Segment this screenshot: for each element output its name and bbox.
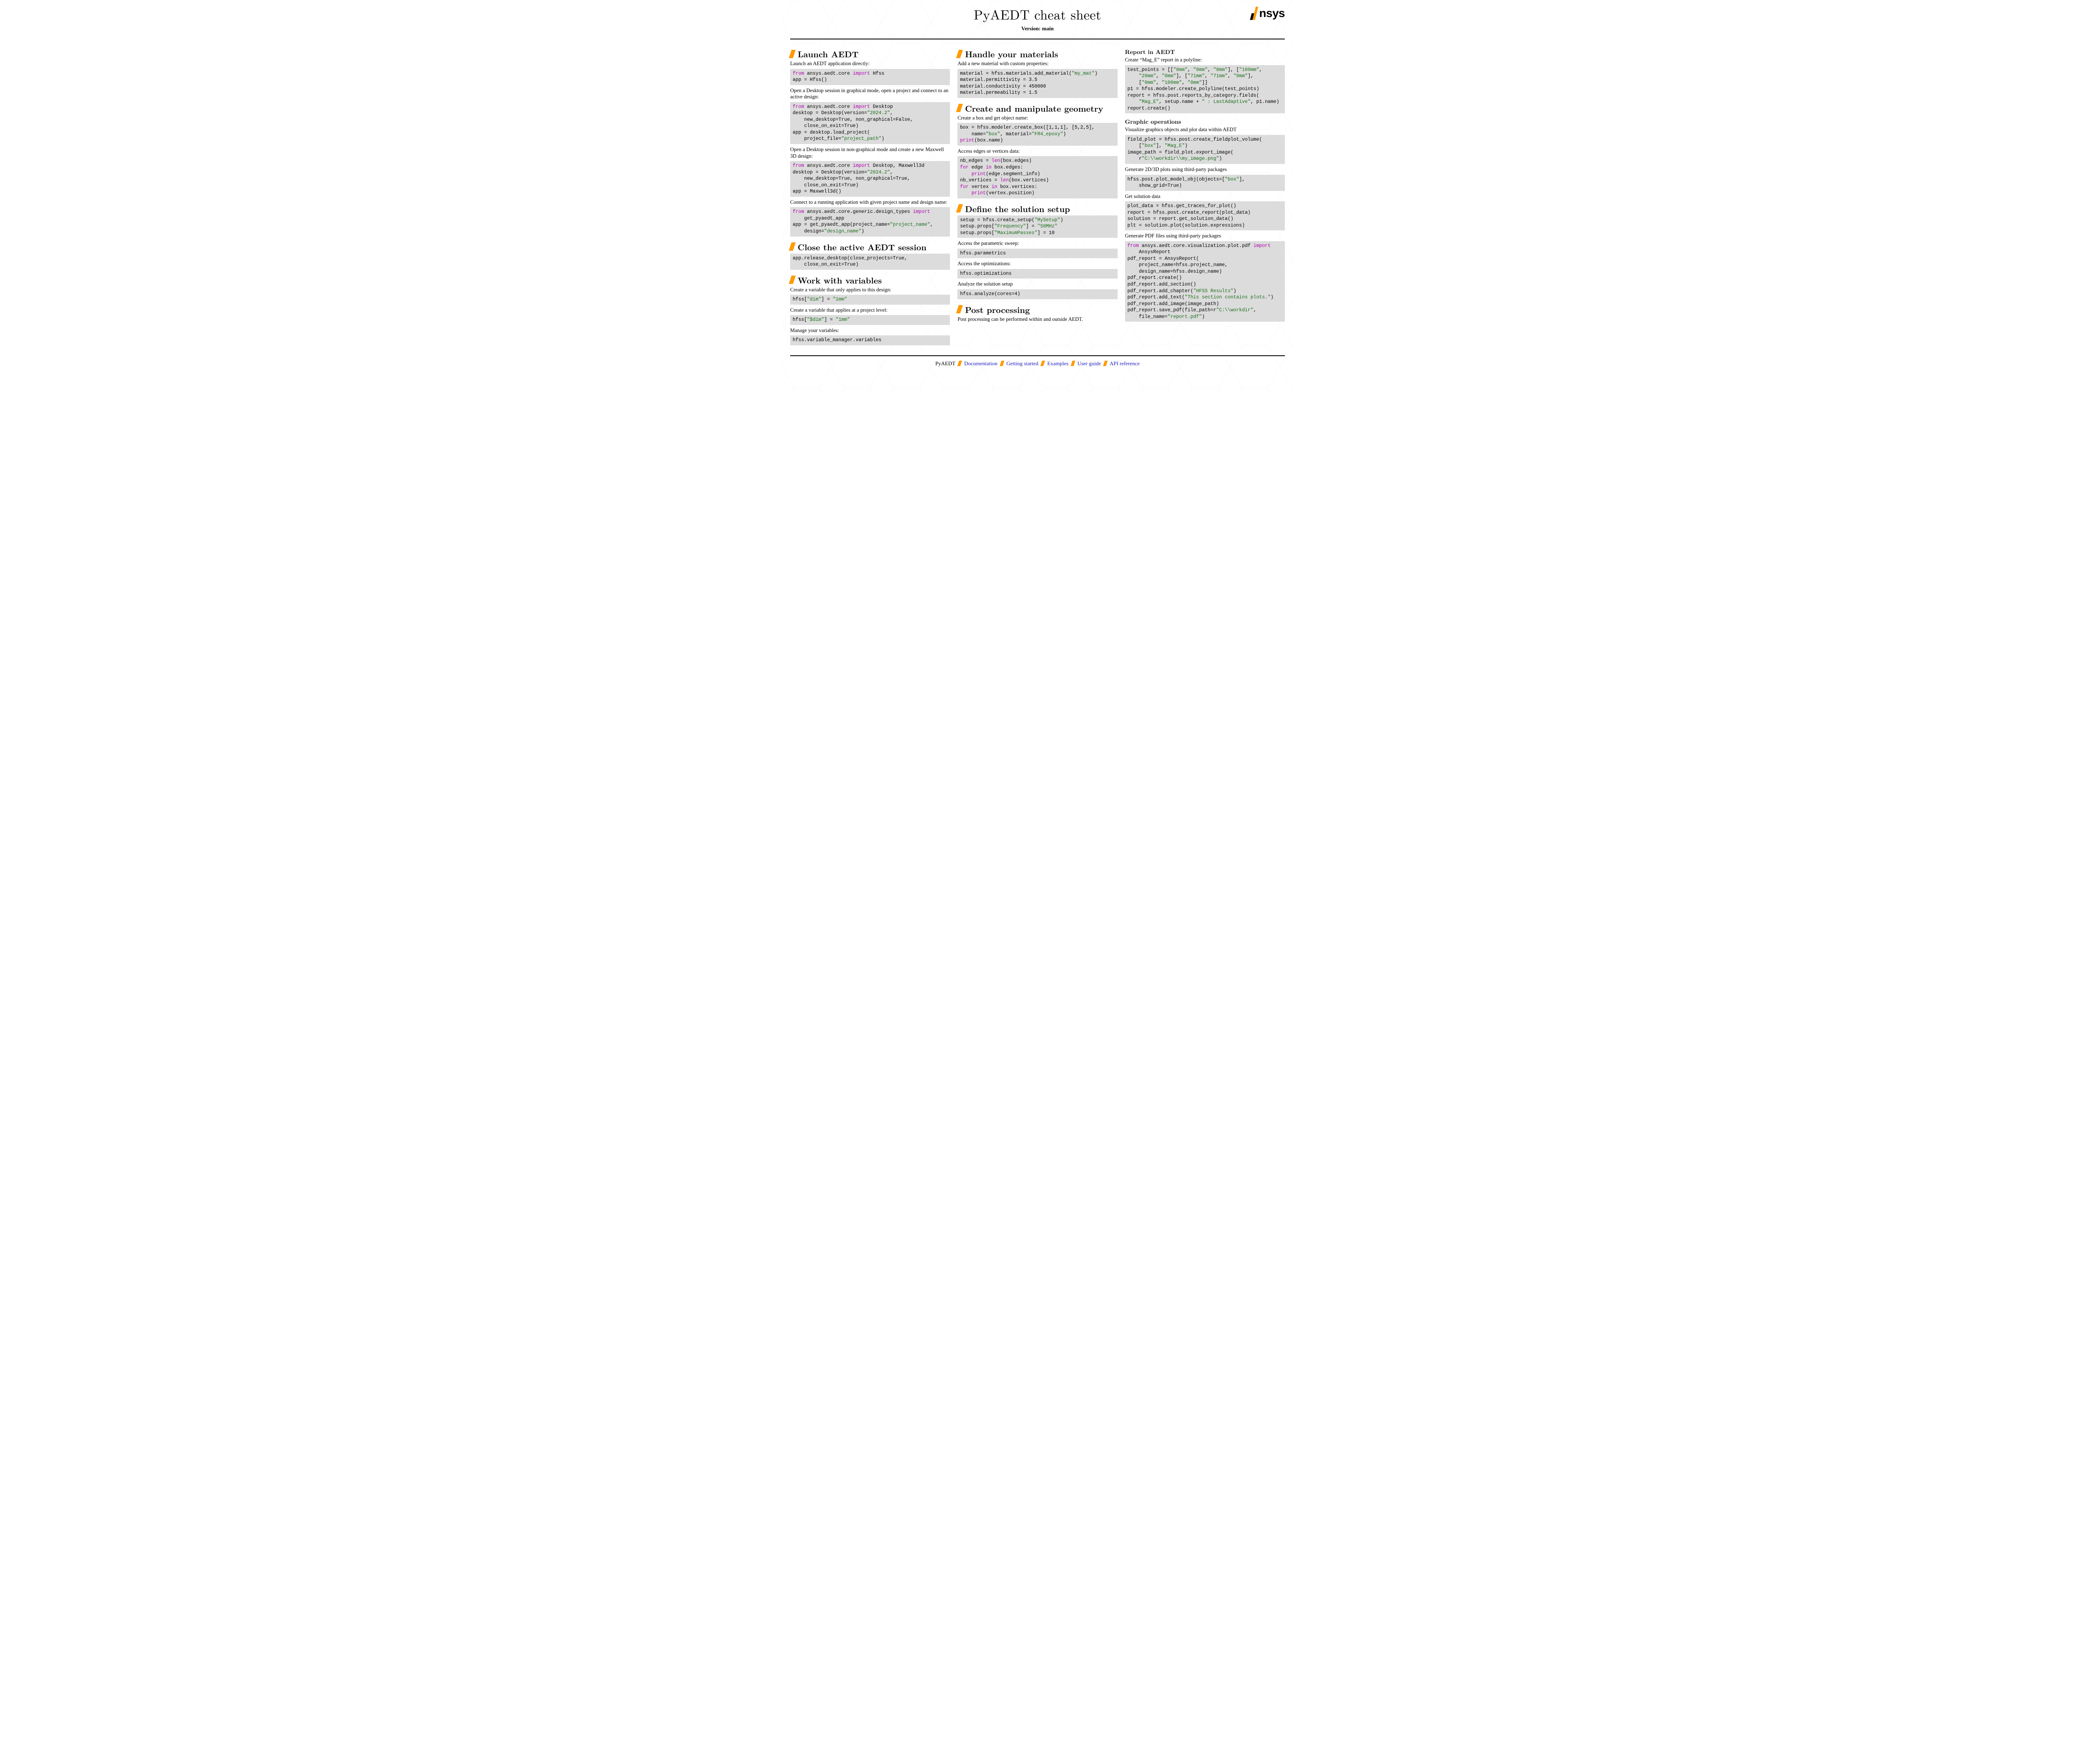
code-block: field_plot = hfss.post.create_fieldplot_… — [1125, 135, 1285, 164]
code-block: from ansys.aedt.core.generic.design_type… — [790, 207, 950, 236]
subsection-graphic-ops: Graphic operations — [1125, 117, 1285, 126]
code-block: app.release_desktop(close_projects=True,… — [790, 254, 950, 270]
code-block: hfss["$dim"] = "1mm" — [790, 315, 950, 325]
code-block: from ansys.aedt.core import Desktop desk… — [790, 102, 950, 144]
note: Open a Desktop session in graphical mode… — [790, 88, 950, 100]
column-1: Launch AEDT Launch an AEDT application d… — [790, 44, 950, 348]
note: Access edges or vertices data: — [957, 148, 1117, 155]
code-block: test_points = [["0mm", "0mm", "0mm"], ["… — [1125, 65, 1285, 114]
note: Create a variable that only applies to t… — [790, 287, 950, 293]
section-geometry: Create and manipulate geometry — [957, 102, 1117, 114]
note: Create a variable that applies at a proj… — [790, 307, 950, 314]
subsection-report-aedt: Report in AEDT — [1125, 48, 1285, 56]
separator-icon — [1000, 361, 1004, 366]
footer: PyAEDT Documentation Getting started Exa… — [790, 359, 1285, 367]
note: Generate 2D/3D plots using third-party p… — [1125, 166, 1285, 173]
section-variables: Work with variables — [790, 274, 950, 286]
page-title: PyAEDT cheat sheet — [790, 5, 1285, 24]
code-block: box = hfss.modeler.create_box([1,1,1], [… — [957, 123, 1117, 146]
note: Add a new material with custom propertie… — [957, 61, 1117, 67]
ansys-logo: nsys — [1250, 7, 1285, 20]
footer-link-examples[interactable]: Examples — [1047, 360, 1068, 366]
code-block: hfss["dim"] = "1mm" — [790, 295, 950, 305]
section-solution-setup: Define the solution setup — [957, 203, 1117, 215]
code-block: hfss.analyze(cores=4) — [957, 289, 1117, 299]
column-3: Report in AEDT Create “Mag_E” report in … — [1125, 44, 1285, 348]
footer-divider — [790, 355, 1285, 356]
note: Manage your variables: — [790, 327, 950, 334]
code-block: plot_data = hfss.get_traces_for_plot() r… — [1125, 201, 1285, 230]
separator-icon — [1103, 361, 1108, 366]
ansys-logo-icon — [1250, 7, 1258, 20]
note: Create a box and get object name: — [957, 115, 1117, 122]
code-block: hfss.variable_manager.variables — [790, 335, 950, 345]
note: Visualize graphics objects and plot data… — [1125, 127, 1285, 133]
note: Open a Desktop session in non-graphical … — [790, 147, 950, 159]
version-label: Version: main — [790, 25, 1285, 32]
footer-link-api-reference[interactable]: API reference — [1110, 360, 1140, 366]
footer-link-documentation[interactable]: Documentation — [964, 360, 997, 366]
code-block: nb_edges = len(box.edges) for edge in bo… — [957, 156, 1117, 198]
separator-icon — [1040, 361, 1045, 366]
code-block: from ansys.aedt.core import Desktop, Max… — [790, 161, 950, 197]
note: Generate PDF files using third-party pac… — [1125, 233, 1285, 239]
footer-brand: PyAEDT — [935, 360, 955, 366]
note: Analyze the solution setup — [957, 281, 1117, 288]
note: Launch an AEDT application directly: — [790, 61, 950, 67]
note: Create “Mag_E” report in a polyline: — [1125, 57, 1285, 64]
code-block: hfss.optimizations — [957, 269, 1117, 279]
note: Access the optimizations: — [957, 261, 1117, 267]
separator-icon — [957, 361, 962, 366]
code-block: from ansys.aedt.core import Hfss app = H… — [790, 69, 950, 85]
section-launch-aedt: Launch AEDT — [790, 48, 950, 60]
section-close-session: Close the active AEDT session — [790, 241, 950, 253]
note: Post processing can be performed within … — [957, 316, 1117, 323]
note: Connect to a running application with gi… — [790, 199, 950, 206]
code-block: hfss.parametrics — [957, 249, 1117, 259]
column-2: Handle your materials Add a new material… — [957, 44, 1117, 348]
note: Access the parametric sweep: — [957, 240, 1117, 247]
separator-icon — [1071, 361, 1075, 366]
section-post-processing: Post processing — [957, 303, 1117, 315]
section-materials: Handle your materials — [957, 48, 1117, 60]
page-header: PyAEDT cheat sheet Version: main nsys — [790, 5, 1285, 36]
code-block: from ansys.aedt.core.visualization.plot.… — [1125, 241, 1285, 322]
footer-link-user-guide[interactable]: User guide — [1077, 360, 1101, 366]
footer-link-getting-started[interactable]: Getting started — [1006, 360, 1038, 366]
code-block: material = hfss.materials.add_material("… — [957, 69, 1117, 98]
code-block: setup = hfss.create_setup("MySetup") set… — [957, 215, 1117, 238]
ansys-logo-text: nsys — [1259, 7, 1285, 20]
content-columns: Launch AEDT Launch an AEDT application d… — [790, 44, 1285, 348]
code-block: hfss.post.plot_model_obj(objects=["box"]… — [1125, 175, 1285, 191]
note: Get solution data — [1125, 193, 1285, 200]
